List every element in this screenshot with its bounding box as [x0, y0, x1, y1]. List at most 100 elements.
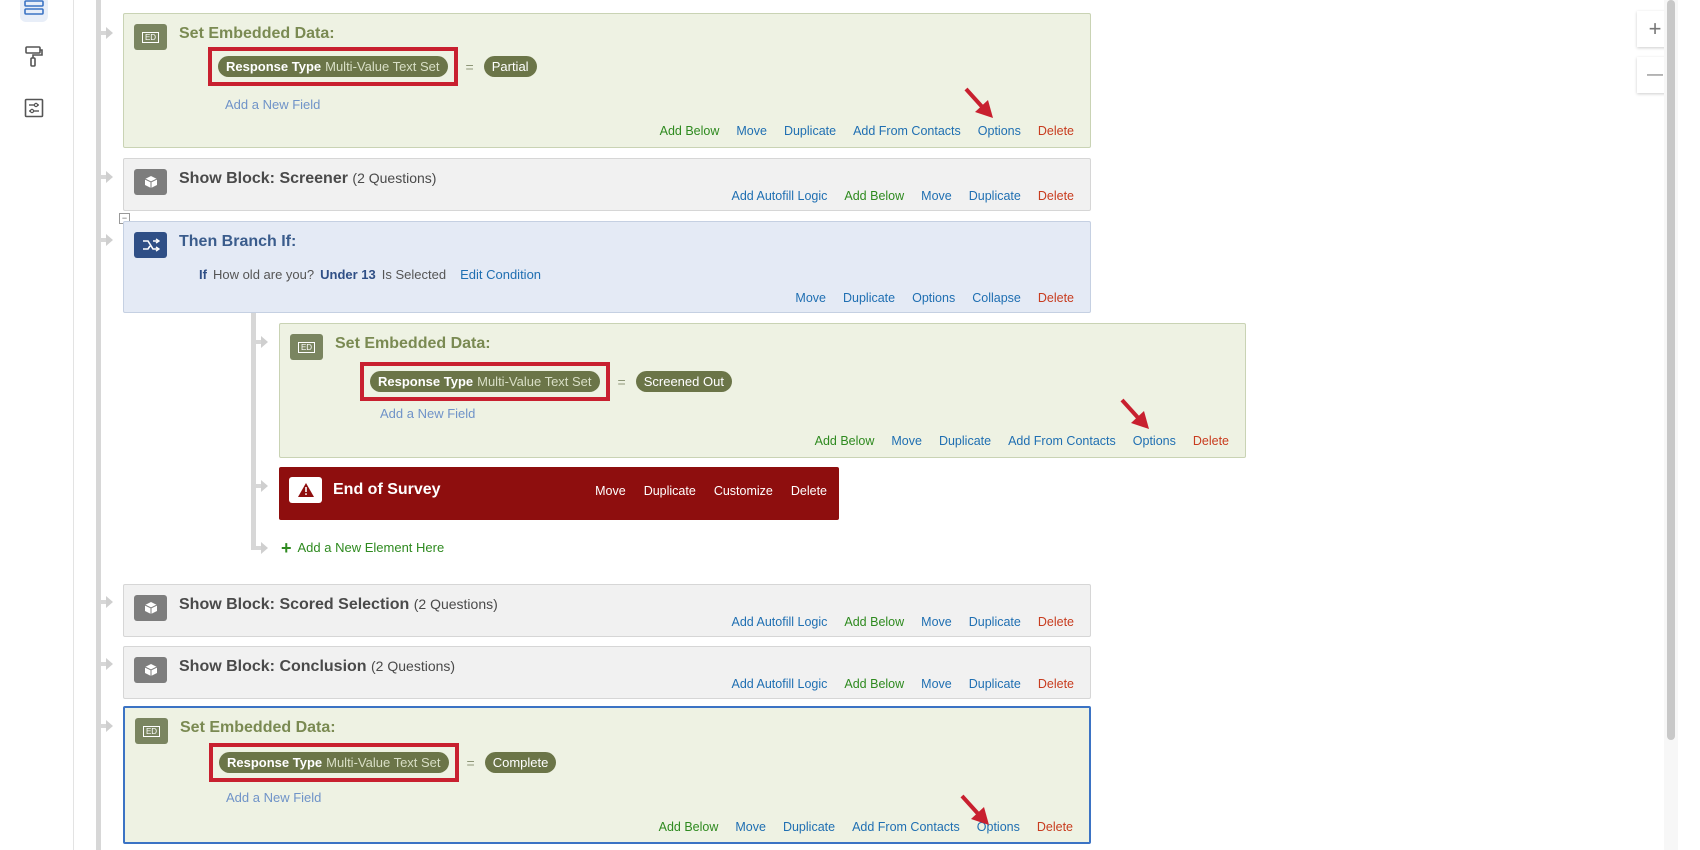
set-embedded-data-element[interactable]: ED Set Embedded Data: Response Type Multi…	[279, 323, 1246, 458]
duplicate-button[interactable]: Duplicate	[969, 677, 1021, 691]
condition-choice: Under 13	[320, 267, 376, 282]
flow-arrow	[106, 234, 113, 246]
move-button[interactable]: Move	[921, 189, 952, 203]
flow-arrow	[106, 720, 113, 732]
field-type: Multi-Value Text Set	[326, 755, 441, 770]
add-from-contacts-button[interactable]: Add From Contacts	[1008, 434, 1116, 448]
delete-button[interactable]: Delete	[1038, 124, 1074, 138]
add-new-field-link[interactable]: Add a New Field	[225, 97, 320, 112]
show-block-element[interactable]: Show Block: Scored Selection (2 Question…	[123, 584, 1091, 637]
annotation-arrow-icon	[1120, 398, 1149, 429]
collapse-button[interactable]: Collapse	[972, 291, 1021, 305]
options-button[interactable]: Options	[978, 124, 1021, 138]
highlight-box: Response Type Multi-Value Text Set	[360, 362, 610, 401]
delete-button[interactable]: Delete	[1038, 291, 1074, 305]
move-button[interactable]: Move	[595, 484, 626, 498]
delete-button[interactable]: Delete	[1038, 189, 1074, 203]
annotation-arrow-icon	[964, 87, 993, 118]
block-title: Show Block: Screener	[179, 170, 348, 187]
flow-arrow	[106, 596, 113, 608]
add-below-button[interactable]: Add Below	[660, 124, 720, 138]
branch-condition: If How old are you? Under 13 Is Selected…	[199, 267, 541, 282]
add-below-button[interactable]: Add Below	[815, 434, 875, 448]
delete-button[interactable]: Delete	[1038, 615, 1074, 629]
field-name: Response Type	[227, 755, 323, 770]
add-new-field-link[interactable]: Add a New Field	[226, 790, 321, 805]
field-type: Multi-Value Text Set	[477, 374, 592, 389]
branch-title: Then Branch If:	[179, 233, 297, 250]
embedded-data-icon: ED	[135, 718, 168, 744]
add-autofill-logic-button[interactable]: Add Autofill Logic	[731, 189, 827, 203]
paint-roller-icon[interactable]	[20, 42, 48, 70]
edit-condition-link[interactable]: Edit Condition	[460, 267, 541, 282]
delete-button[interactable]: Delete	[1037, 820, 1073, 834]
customize-button[interactable]: Customize	[714, 484, 773, 498]
flow-rail	[96, 0, 101, 850]
delete-button[interactable]: Delete	[791, 484, 827, 498]
question-count: (2 Questions)	[413, 596, 498, 612]
add-below-button[interactable]: Add Below	[659, 820, 719, 834]
move-button[interactable]: Move	[795, 291, 826, 305]
field-name-pill[interactable]: Response Type Multi-Value Text Set	[218, 56, 448, 77]
options-button[interactable]: Options	[1133, 434, 1176, 448]
duplicate-button[interactable]: Duplicate	[969, 615, 1021, 629]
field-type: Multi-Value Text Set	[325, 59, 440, 74]
field-name: Response Type	[226, 59, 322, 74]
duplicate-button[interactable]: Duplicate	[969, 189, 1021, 203]
add-below-button[interactable]: Add Below	[844, 189, 904, 203]
flow-arrow	[106, 171, 113, 183]
move-button[interactable]: Move	[736, 124, 767, 138]
survey-flow-canvas: − ED Set Embedded Data: Response Type Mul…	[74, 0, 1674, 850]
field-name-pill[interactable]: Response Type Multi-Value Text Set	[370, 371, 600, 392]
block-title: Show Block: Scored Selection	[179, 596, 410, 613]
embedded-data-icon: ED	[134, 24, 167, 50]
survey-options-icon[interactable]	[20, 94, 48, 122]
add-below-button[interactable]: Add Below	[844, 615, 904, 629]
equals-sign: =	[465, 58, 474, 75]
add-autofill-logic-button[interactable]: Add Autofill Logic	[731, 615, 827, 629]
delete-button[interactable]: Delete	[1038, 677, 1074, 691]
delete-button[interactable]: Delete	[1193, 434, 1229, 448]
annotation-arrow-icon	[960, 794, 989, 825]
options-button[interactable]: Options	[912, 291, 955, 305]
end-of-survey-element[interactable]: End of Survey Move Duplicate Customize D…	[279, 467, 839, 520]
duplicate-button[interactable]: Duplicate	[783, 820, 835, 834]
duplicate-button[interactable]: Duplicate	[939, 434, 991, 448]
duplicate-button[interactable]: Duplicate	[843, 291, 895, 305]
vertical-scrollbar[interactable]	[1664, 0, 1678, 850]
end-of-survey-title: End of Survey	[333, 481, 441, 498]
move-button[interactable]: Move	[891, 434, 922, 448]
set-embedded-data-element[interactable]: ED Set Embedded Data: Response Type Multi…	[123, 13, 1091, 148]
duplicate-button[interactable]: Duplicate	[644, 484, 696, 498]
add-new-element-label: Add a New Element Here	[297, 540, 445, 555]
add-from-contacts-button[interactable]: Add From Contacts	[852, 820, 960, 834]
add-autofill-logic-button[interactable]: Add Autofill Logic	[731, 677, 827, 691]
add-new-element-link[interactable]: + Add a New Element Here	[281, 539, 445, 557]
move-button[interactable]: Move	[921, 615, 952, 629]
survey-flow-icon[interactable]	[20, 0, 48, 22]
field-value-pill[interactable]: Complete	[484, 752, 557, 773]
add-below-button[interactable]: Add Below	[844, 677, 904, 691]
show-block-element[interactable]: Show Block: Conclusion (2 Questions) Add…	[123, 646, 1091, 699]
branch-element[interactable]: Then Branch If: If How old are you? Unde…	[123, 221, 1091, 313]
move-button[interactable]: Move	[921, 677, 952, 691]
block-icon	[134, 657, 167, 683]
field-value-pill[interactable]: Screened Out	[635, 371, 732, 392]
nested-flow-rail	[251, 313, 256, 549]
field-name-pill[interactable]: Response Type Multi-Value Text Set	[219, 752, 449, 773]
field-value-pill[interactable]: Partial	[483, 56, 537, 77]
flow-arrow	[106, 658, 113, 670]
element-title: Set Embedded Data:	[179, 25, 335, 42]
add-new-field-link[interactable]: Add a New Field	[380, 406, 475, 421]
branch-icon	[134, 232, 167, 258]
move-button[interactable]: Move	[735, 820, 766, 834]
duplicate-button[interactable]: Duplicate	[784, 124, 836, 138]
condition-operator: Is Selected	[381, 267, 447, 282]
flow-arrow	[261, 542, 268, 554]
flow-arrow	[261, 480, 268, 492]
set-embedded-data-element[interactable]: ED Set Embedded Data: Response Type Multi…	[123, 706, 1091, 844]
add-from-contacts-button[interactable]: Add From Contacts	[853, 124, 961, 138]
block-title: Show Block: Conclusion	[179, 658, 367, 675]
show-block-element[interactable]: Show Block: Screener (2 Questions) Add A…	[123, 158, 1091, 211]
scrollbar-thumb[interactable]	[1667, 0, 1675, 740]
